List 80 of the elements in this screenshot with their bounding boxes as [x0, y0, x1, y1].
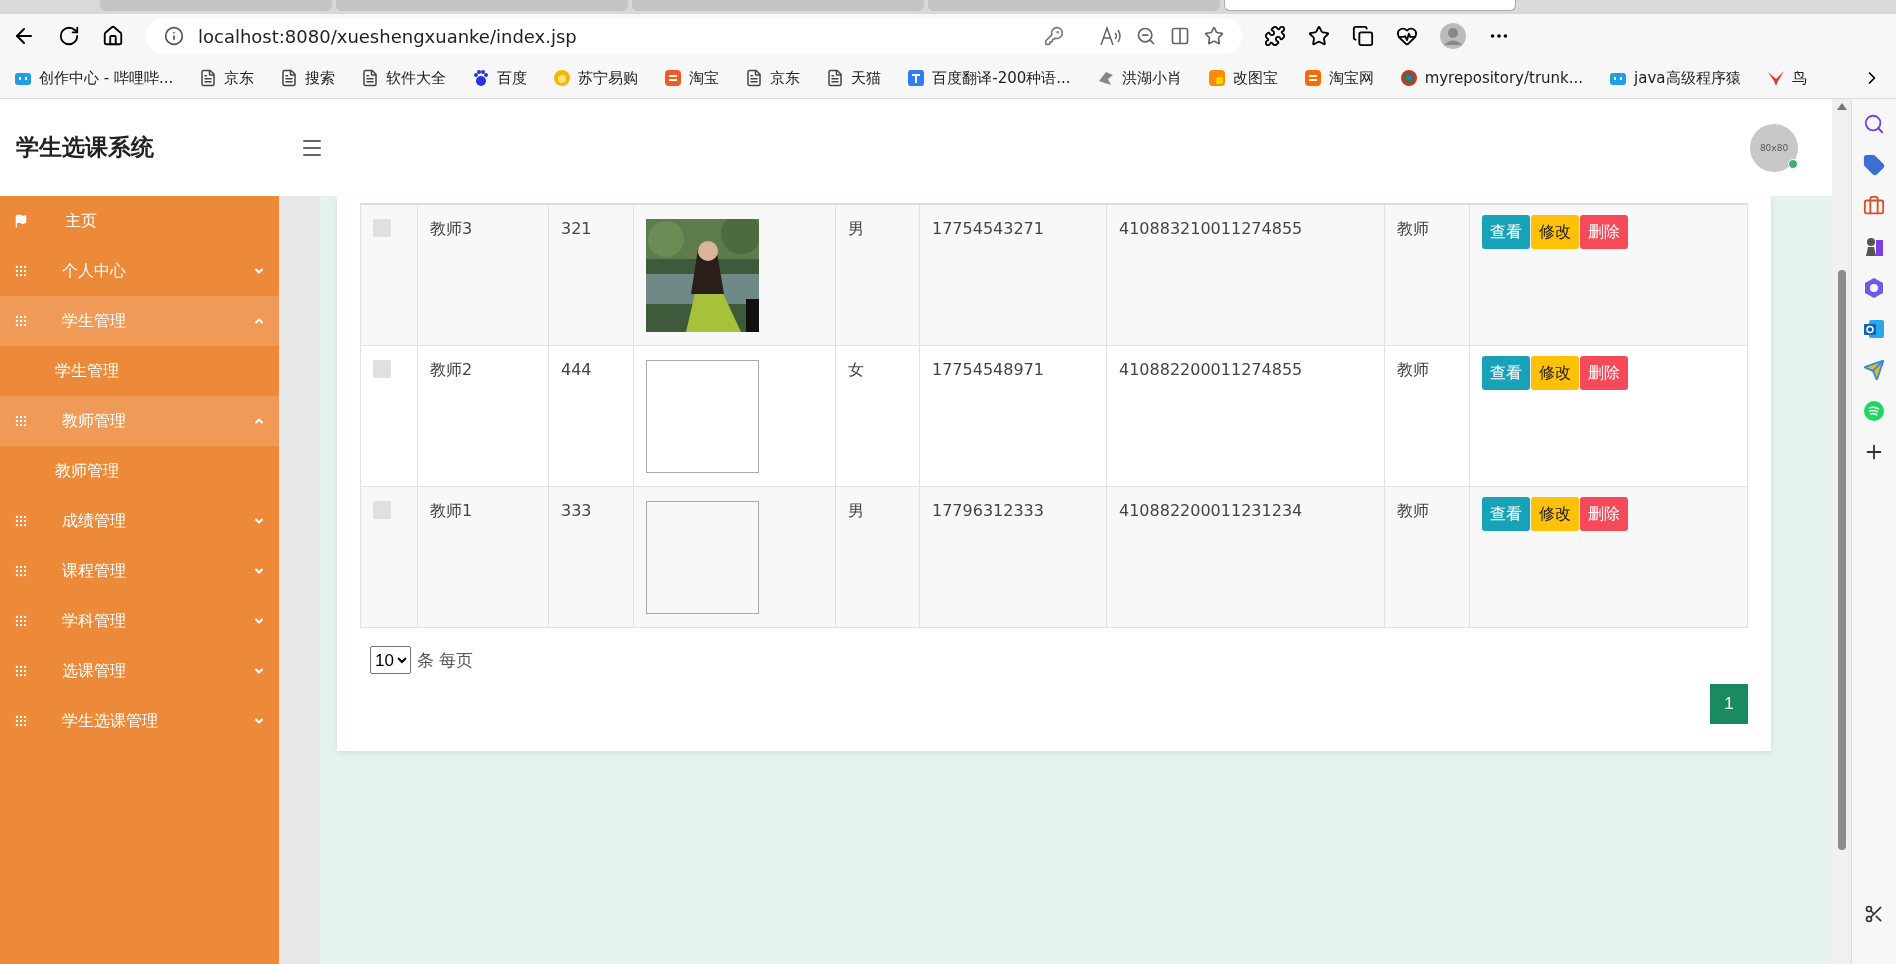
home-icon[interactable] [102, 25, 124, 47]
profile-icon[interactable] [1440, 23, 1466, 49]
table-cell: 410882200011274855 [1119, 360, 1303, 379]
table-cell: 教师 [1397, 219, 1429, 238]
grid-icon [14, 614, 28, 628]
table-cell: 17796312333 [932, 501, 1044, 520]
bookmark-link[interactable]: 京东 [745, 68, 801, 88]
screenshot-icon[interactable] [1864, 904, 1884, 924]
bookmark-link[interactable]: 京东 [199, 68, 255, 88]
grid-icon [14, 714, 28, 728]
table-cell: 410882200011231234 [1119, 501, 1303, 520]
hexagon-icon[interactable] [1863, 277, 1885, 299]
bookmark-link[interactable]: java高级程序猿 [1609, 68, 1741, 88]
reload-icon[interactable] [58, 25, 80, 47]
health-icon[interactable] [1396, 25, 1418, 47]
mail-icon[interactable] [1863, 318, 1885, 340]
bookmark-link[interactable]: 洪湖小肖 [1096, 68, 1182, 88]
zoom-out-icon[interactable] [1136, 26, 1156, 46]
key-icon[interactable] [1044, 26, 1064, 46]
online-dot [1788, 158, 1798, 169]
grid-icon [14, 664, 28, 678]
info-icon[interactable] [164, 26, 184, 46]
bookmark-link[interactable]: myrepository/trunk... [1399, 69, 1584, 87]
edit-button[interactable]: 修改 [1531, 215, 1579, 249]
scrollbar-thumb[interactable] [1837, 270, 1846, 850]
row-checkbox[interactable] [373, 360, 391, 378]
grid-icon [14, 564, 28, 578]
send-icon[interactable] [1863, 359, 1885, 381]
chess-icon[interactable] [1863, 236, 1885, 258]
avatar[interactable]: 80x80 [1750, 123, 1798, 172]
read-aloud-icon[interactable] [1100, 26, 1122, 46]
page-size-label: 条 每页 [417, 648, 474, 672]
bookmark-link[interactable]: 天猫 [826, 68, 882, 88]
table-cell: 17754543271 [932, 219, 1044, 238]
row-checkbox[interactable] [373, 501, 391, 519]
bookmark-link[interactable]: 淘宝 [664, 68, 720, 88]
table-cell: 333 [561, 501, 592, 520]
bookmark-link[interactable]: 创作中心 - 哔哩哔... [14, 68, 174, 88]
bookmark-link[interactable]: 搜索 [280, 68, 336, 88]
bookmark-link[interactable]: 鸟 [1766, 68, 1807, 88]
table-cell: 教师 [1397, 360, 1429, 379]
table-cell: 教师 [1397, 501, 1429, 520]
table-cell: 教师2 [430, 360, 473, 379]
grid-icon [14, 414, 28, 428]
favorite-icon[interactable] [1204, 26, 1224, 46]
grid-icon [14, 514, 28, 528]
bookmark-link[interactable]: 软件大全 [361, 68, 447, 88]
extensions-icon[interactable] [1264, 25, 1286, 47]
split-screen-icon[interactable] [1170, 26, 1190, 46]
page-button[interactable]: 1 [1710, 684, 1748, 724]
row-checkbox[interactable] [373, 219, 391, 237]
favorites-icon[interactable] [1308, 25, 1330, 47]
briefcase-icon[interactable] [1863, 195, 1885, 217]
url-text: localhost:8080/xueshengxuanke/index.jsp [198, 25, 578, 47]
page-size-select[interactable]: 10 [370, 646, 411, 674]
table-cell: 教师1 [430, 501, 473, 520]
site-title: 学生选课系统 [16, 133, 155, 162]
table-cell: 教师3 [430, 219, 473, 238]
table-cell: 女 [848, 360, 864, 379]
table-cell: 男 [848, 501, 864, 520]
tag-icon[interactable] [1863, 154, 1885, 176]
grid-icon [14, 314, 28, 328]
bookmark-link[interactable]: 百度翻译-200种语... [907, 68, 1071, 88]
flag-icon [14, 214, 28, 228]
edit-button[interactable]: 修改 [1531, 356, 1579, 390]
table-cell: 410883210011274855 [1119, 219, 1303, 238]
table-cell: 男 [848, 219, 864, 238]
bookmark-link[interactable]: 苏宁易购 [553, 68, 639, 88]
bookmark-link[interactable]: 淘宝网 [1303, 68, 1374, 88]
table-cell: 17754548971 [932, 360, 1044, 379]
scroll-up-icon[interactable] [1836, 103, 1847, 110]
table-cell: 444 [561, 360, 592, 379]
search-icon[interactable] [1863, 113, 1885, 135]
edit-button[interactable]: 修改 [1531, 497, 1579, 531]
collections-icon[interactable] [1352, 25, 1374, 47]
bookmark-link[interactable]: 百度 [472, 68, 528, 88]
address-bar[interactable]: localhost:8080/xueshengxuanke/index.jsp [146, 18, 1242, 54]
grid-icon [14, 264, 28, 278]
table-cell: 321 [561, 219, 592, 238]
bookmark-link[interactable]: 改图宝 [1207, 68, 1278, 88]
